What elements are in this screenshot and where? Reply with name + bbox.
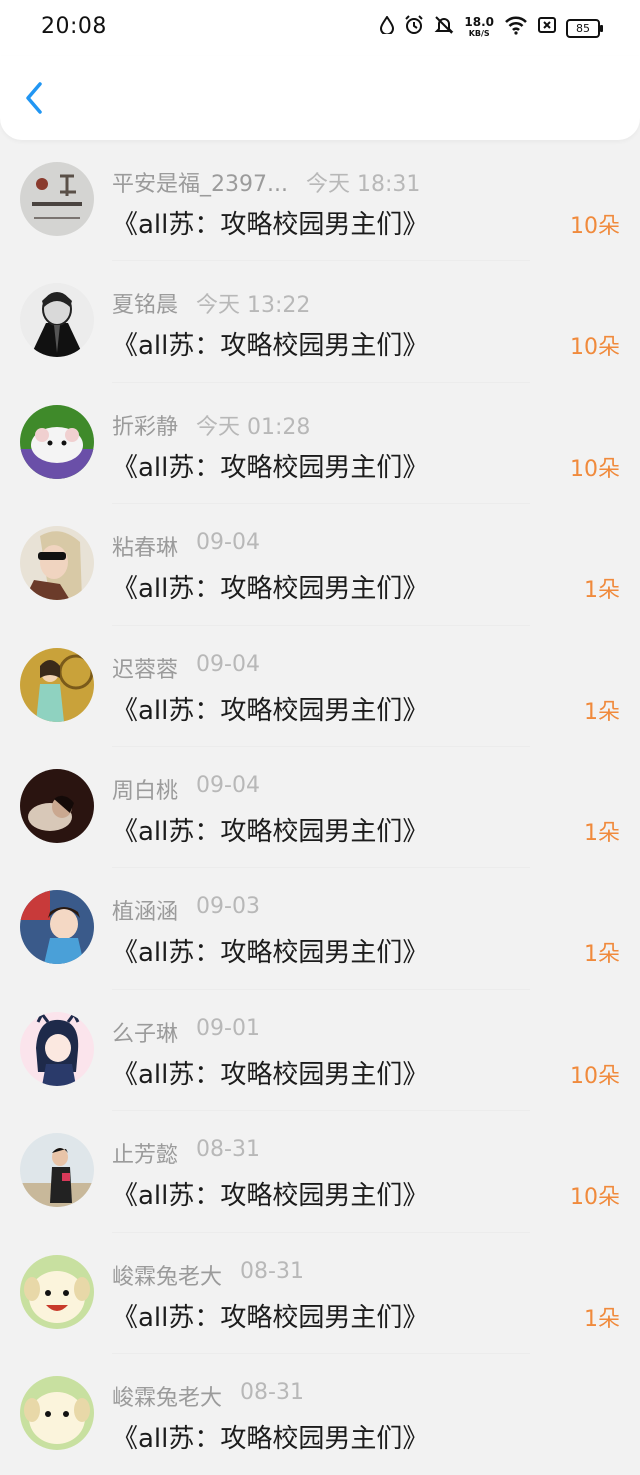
flower-amount: 1朵 (584, 578, 620, 604)
drop-icon (380, 15, 395, 40)
user-meta: 迟蓉蓉 09-04 (112, 652, 260, 684)
user-meta: 植涵涵 09-03 (112, 894, 260, 926)
flower-amount: 10朵 (570, 456, 620, 482)
user-name: 峻霖兔老大 (112, 1385, 223, 1411)
nav-bar (0, 56, 640, 140)
list-item[interactable]: 折彩静 今天 01:28 《all苏：攻略校园男主们》 10朵 (0, 383, 640, 505)
network-speed-unit: KB/S (468, 29, 490, 38)
user-meta: 折彩静 今天 01:28 (112, 409, 310, 441)
user-name: 平安是福_2397... (112, 172, 288, 197)
book-title: 《all苏：攻略校园男主们》 (112, 1059, 429, 1090)
book-title: 《all苏：攻略校园男主们》 (112, 1302, 429, 1333)
list-item[interactable]: 周白桃 09-04 《all苏：攻略校园男主们》 1朵 (0, 747, 640, 869)
avatar (20, 526, 94, 601)
list-item[interactable]: 么子琳 09-01 《all苏：攻略校园男主们》 10朵 (0, 990, 640, 1112)
battery-indicator: 85 (566, 18, 603, 38)
network-speed: 18.0 KB/S (464, 15, 494, 39)
list-item[interactable]: 平安是福_2397... 今天 18:31 《all苏：攻略校园男主们》 10朵 (0, 140, 640, 262)
timestamp: 今天 18:31 (305, 172, 421, 197)
avatar (20, 1133, 94, 1208)
avatar (20, 647, 94, 722)
user-meta: 粘春琳 09-04 (112, 530, 260, 562)
user-name: 粘春琳 (112, 536, 179, 562)
mute-bell-icon (434, 15, 454, 41)
book-title: 《all苏：攻略校园男主们》 (112, 1181, 429, 1212)
timestamp: 09-04 (196, 530, 260, 556)
list-item[interactable]: 迟蓉蓉 09-04 《all苏：攻略校园男主们》 1朵 (0, 626, 640, 747)
book-title: 《all苏：攻略校园男主们》 (112, 452, 429, 483)
wifi-icon (504, 15, 528, 41)
user-meta: 峻霖兔老大 08-31 (112, 1380, 304, 1412)
reward-list: 平安是福_2397... 今天 18:31 《all苏：攻略校园男主们》 10朵… (0, 140, 640, 1475)
flower-amount: 1朵 (584, 942, 620, 968)
timestamp: 08-31 (240, 1258, 304, 1284)
avatar (20, 1375, 94, 1450)
flower-amount: 1朵 (584, 1306, 620, 1332)
user-meta: 么子琳 09-01 (112, 1016, 260, 1048)
back-button[interactable] (18, 76, 54, 120)
avatar (20, 890, 94, 965)
timestamp: 09-04 (196, 772, 260, 798)
book-title: 《all苏：攻略校园男主们》 (112, 331, 429, 362)
list-item[interactable]: 峻霖兔老大 08-31 《all苏：攻略校园男主们》 (0, 1354, 640, 1475)
book-title: 《all苏：攻略校园男主们》 (112, 1423, 429, 1454)
avatar (20, 1011, 94, 1086)
user-name: 植涵涵 (112, 900, 179, 926)
user-name: 折彩静 (112, 414, 179, 440)
list-item[interactable]: 夏铭晨 今天 13:22 《all苏：攻略校园男主们》 10朵 (0, 261, 640, 383)
book-title: 《all苏：攻略校园男主们》 (112, 210, 429, 240)
avatar (20, 283, 94, 358)
user-meta: 夏铭晨 今天 13:22 (112, 287, 310, 319)
timestamp: 08-31 (196, 1137, 260, 1163)
user-meta: 平安是福_2397... 今天 18:31 (112, 166, 420, 198)
timestamp: 今天 13:22 (196, 293, 311, 319)
book-title: 《all苏：攻略校园男主们》 (112, 816, 429, 847)
timestamp: 09-03 (196, 894, 260, 920)
list-item[interactable]: 峻霖兔老大 08-31 《all苏：攻略校园男主们》 1朵 (0, 1233, 640, 1354)
chevron-left-icon (26, 82, 42, 114)
status-time: 20:08 (41, 14, 107, 39)
user-meta: 止芳懿 08-31 (112, 1137, 260, 1169)
avatar (20, 1254, 94, 1329)
user-name: 止芳懿 (112, 1143, 179, 1169)
user-meta: 周白桃 09-04 (112, 773, 260, 805)
status-bar: 20:08 18.0 KB/S 85 (0, 0, 640, 56)
timestamp: 08-31 (240, 1379, 304, 1405)
flower-amount: 1朵 (584, 699, 620, 725)
user-name: 周白桃 (112, 778, 179, 804)
user-name: 么子琳 (112, 1021, 179, 1047)
timestamp: 今天 01:28 (196, 414, 311, 440)
avatar (20, 768, 94, 843)
user-name: 迟蓉蓉 (112, 657, 179, 683)
sim-off-icon (538, 16, 556, 40)
flower-amount: 1朵 (584, 820, 620, 846)
network-speed-value: 18.0 (464, 15, 494, 29)
list-item[interactable]: 植涵涵 09-03 《all苏：攻略校园男主们》 1朵 (0, 868, 640, 990)
flower-amount: 10朵 (570, 1185, 620, 1211)
status-icons: 18.0 KB/S 85 (380, 15, 603, 41)
book-title: 《all苏：攻略校园男主们》 (112, 695, 429, 726)
flower-amount: 10朵 (570, 1063, 620, 1089)
user-name: 峻霖兔老大 (112, 1264, 223, 1290)
timestamp: 09-04 (196, 651, 260, 677)
user-name: 夏铭晨 (112, 293, 179, 319)
user-meta: 峻霖兔老大 08-31 (112, 1259, 304, 1291)
list-item[interactable]: 止芳懿 08-31 《all苏：攻略校园男主们》 10朵 (0, 1111, 640, 1233)
flower-amount: 10朵 (570, 214, 620, 239)
list-item[interactable]: 粘春琳 09-04 《all苏：攻略校园男主们》 1朵 (0, 504, 640, 626)
timestamp: 09-01 (196, 1015, 260, 1041)
avatar (20, 162, 94, 236)
alarm-icon (404, 15, 424, 41)
avatar (20, 404, 94, 479)
book-title: 《all苏：攻略校园男主们》 (112, 938, 429, 969)
flower-amount: 10朵 (570, 335, 620, 361)
book-title: 《all苏：攻略校园男主们》 (112, 574, 429, 605)
